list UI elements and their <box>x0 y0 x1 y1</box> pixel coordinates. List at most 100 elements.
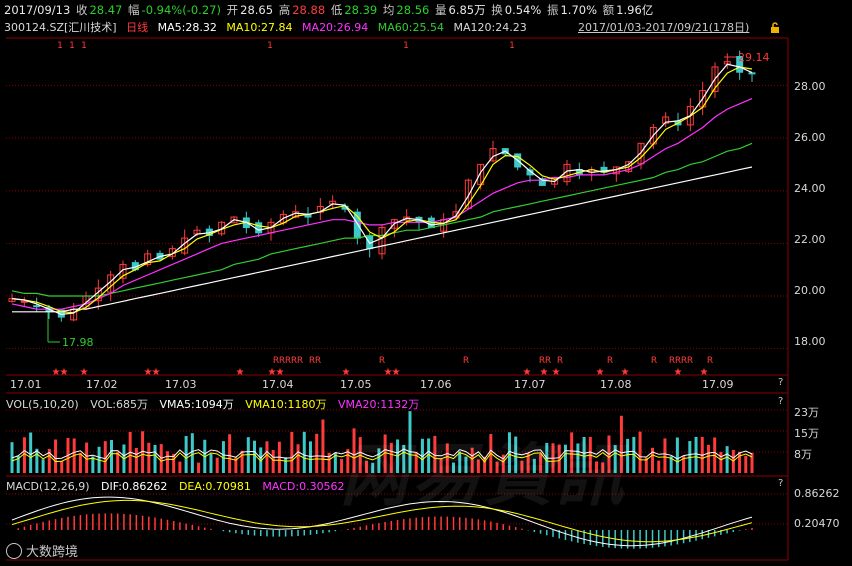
volume-bar <box>619 415 623 473</box>
ma10-line <box>11 66 753 314</box>
event-star: ★ <box>540 367 549 378</box>
volume-bar <box>364 460 368 473</box>
volume-bar <box>576 443 580 473</box>
macd-title: MACD(12,26,9) <box>6 480 90 493</box>
volume-bar <box>389 442 393 473</box>
volume-bar: VOL(5,10,20) VOL:685万 VMA5:1094万 VMA10:1… <box>6 397 427 413</box>
volume-bar <box>371 462 375 473</box>
volume-bar <box>290 431 294 473</box>
vol-tick: 8万 <box>794 448 812 461</box>
month-label: 17.07 <box>514 378 546 391</box>
volume-bar <box>134 447 138 473</box>
event-star: ★ <box>700 367 709 378</box>
macd-help-icon[interactable]: ? <box>778 478 783 489</box>
volume-bar <box>657 460 661 473</box>
event-tick-mark: 1 <box>509 41 515 51</box>
volume-bar <box>178 461 182 473</box>
brand-icon <box>6 542 22 559</box>
event-star: ★ <box>596 367 605 378</box>
month-label: 17.01 <box>10 378 42 391</box>
month-label: 17.02 <box>86 378 118 391</box>
volume-bar <box>153 444 157 473</box>
price-tick: 18.00 <box>794 335 826 348</box>
event-r-mark: R <box>687 356 693 366</box>
price-tick: 24.00 <box>794 182 826 195</box>
event-star: ★ <box>342 367 351 378</box>
event-r-mark: R <box>651 356 657 366</box>
volume-bar <box>165 451 169 473</box>
volume-bar <box>738 451 742 473</box>
brand-name: 大数跨境 <box>26 545 79 560</box>
volume-bar <box>563 444 567 473</box>
volume-bar <box>197 462 201 473</box>
volume-bar <box>408 411 412 473</box>
volume-bar <box>54 439 58 473</box>
event-star: ★ <box>523 367 532 378</box>
volume-bar <box>215 457 219 473</box>
volume-bar <box>719 452 723 473</box>
event-r-mark: R <box>707 356 713 366</box>
volume-bar <box>321 419 325 473</box>
low-annotation: 17.98 <box>62 336 94 349</box>
volume-bar <box>495 461 499 473</box>
macd-bar: MACD(12,26,9) DIF:0.86262 DEA:0.70981 MA… <box>6 479 353 495</box>
dea-line <box>11 499 753 543</box>
vol-title: VOL(5,10,20) <box>6 398 79 411</box>
dea-value: DEA:0.70981 <box>178 480 251 493</box>
month-label: 17.03 <box>165 378 197 391</box>
volume-bar <box>116 452 120 473</box>
volume-bar <box>296 444 300 473</box>
volume-bar <box>626 438 630 473</box>
volume-bar <box>308 441 312 473</box>
volume-bar <box>514 436 518 473</box>
volume-help-icon[interactable]: ? <box>778 396 783 407</box>
event-star: ★ <box>621 367 630 378</box>
volume-bar <box>470 447 474 473</box>
month-label: 17.06 <box>420 378 452 391</box>
event-star: ★ <box>276 367 285 378</box>
event-r-mark: R <box>557 356 563 366</box>
event-r-mark: R <box>297 356 303 366</box>
volume-bar <box>302 431 306 473</box>
chart-help-icon[interactable]: ? <box>778 377 783 388</box>
volume-bar <box>228 434 232 473</box>
event-tick-mark: 1 <box>403 41 409 51</box>
price-tick: 26.00 <box>794 131 826 144</box>
price-tick: 22.00 <box>794 233 826 246</box>
volume-bar <box>109 440 113 473</box>
volume-bar <box>60 461 64 473</box>
volume-bar <box>265 441 269 473</box>
volume-bar <box>539 453 543 473</box>
candle-body <box>33 305 41 308</box>
volume-bar <box>595 461 599 473</box>
vma10-value: VMA10:1180万 <box>245 398 327 411</box>
month-label: 17.04 <box>262 378 294 391</box>
event-tick-mark: 1 <box>81 41 87 51</box>
volume-bar <box>240 450 244 473</box>
vma5-value: VMA5:1094万 <box>159 398 234 411</box>
dif-line <box>11 496 753 547</box>
month-label: 17.05 <box>340 378 372 391</box>
vol-tick: 15万 <box>794 427 819 440</box>
volume-bar <box>452 462 456 473</box>
volume-bar <box>284 457 288 473</box>
macd-tick: 0.20470 <box>794 517 840 530</box>
brand-logo: 大数跨境 <box>6 541 78 560</box>
event-tick-mark: 1 <box>69 41 75 51</box>
event-r-mark: R <box>379 356 385 366</box>
volume-bar <box>744 455 748 473</box>
event-star: ★ <box>152 367 161 378</box>
event-star: ★ <box>80 367 89 378</box>
event-tick-mark: 1 <box>267 41 273 51</box>
volume-bar <box>476 459 480 473</box>
volume-bar <box>601 462 605 473</box>
price-tick: 20.00 <box>794 284 826 297</box>
volume-bar <box>315 433 319 473</box>
volume-bar <box>520 460 524 473</box>
volume-bar <box>675 437 679 473</box>
volume-bar <box>190 433 194 473</box>
volume-bar <box>35 448 39 473</box>
volume-bar <box>663 438 667 473</box>
volume-bar <box>209 453 213 473</box>
volume-bar <box>29 432 33 473</box>
